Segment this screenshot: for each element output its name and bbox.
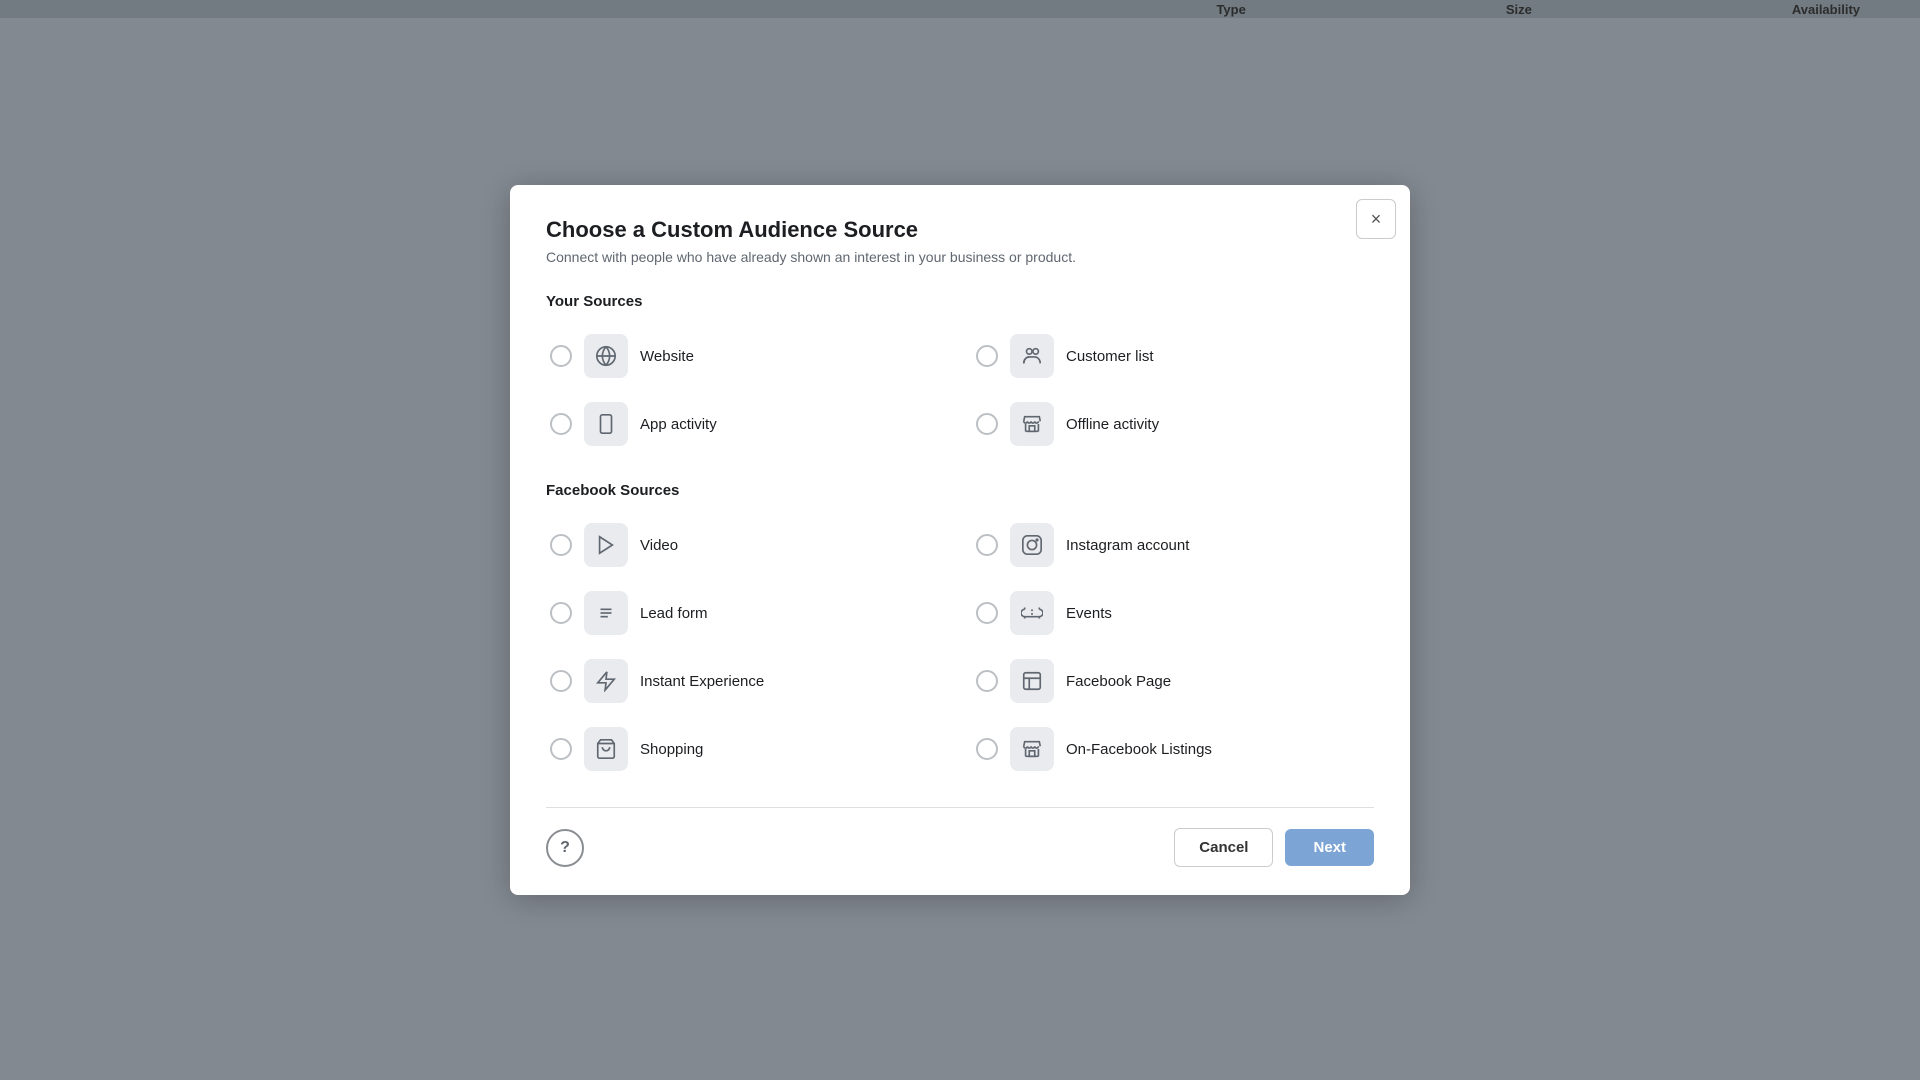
dialog-subtitle: Connect with people who have already sho… bbox=[546, 249, 1374, 265]
option-app-activity[interactable]: App activity bbox=[546, 394, 948, 454]
option-lead-form[interactable]: Lead form bbox=[546, 583, 948, 643]
fb-page-icon bbox=[1010, 659, 1054, 703]
option-offline-activity[interactable]: Offline activity bbox=[972, 394, 1374, 454]
option-customer-list[interactable]: Customer list bbox=[972, 326, 1374, 386]
dialog-title: Choose a Custom Audience Source bbox=[546, 217, 1374, 243]
option-on-facebook-listings[interactable]: On-Facebook Listings bbox=[972, 719, 1374, 779]
website-label: Website bbox=[640, 348, 694, 365]
option-video[interactable]: Video bbox=[546, 515, 948, 575]
instagram-label: Instagram account bbox=[1066, 537, 1189, 554]
bolt-icon bbox=[584, 659, 628, 703]
radio-video[interactable] bbox=[550, 534, 572, 556]
next-button[interactable]: Next bbox=[1285, 829, 1374, 866]
help-button[interactable]: ? bbox=[546, 829, 584, 867]
option-shopping[interactable]: Shopping bbox=[546, 719, 948, 779]
option-instant-experience[interactable]: Instant Experience bbox=[546, 651, 948, 711]
dialog-footer: ? Cancel Next bbox=[546, 807, 1374, 867]
ticket-icon bbox=[1010, 591, 1054, 635]
events-label: Events bbox=[1066, 605, 1112, 622]
modal-overlay: × Choose a Custom Audience Source Connec… bbox=[0, 0, 1920, 1080]
store2-icon bbox=[1010, 727, 1054, 771]
option-facebook-page[interactable]: Facebook Page bbox=[972, 651, 1374, 711]
on-facebook-listings-label: On-Facebook Listings bbox=[1066, 741, 1212, 758]
your-sources-grid: Website Customer list bbox=[546, 326, 1374, 454]
close-icon: × bbox=[1371, 209, 1382, 230]
facebook-page-label: Facebook Page bbox=[1066, 673, 1171, 690]
instant-experience-label: Instant Experience bbox=[640, 673, 764, 690]
radio-instagram[interactable] bbox=[976, 534, 998, 556]
shopping-label: Shopping bbox=[640, 741, 703, 758]
globe-icon bbox=[584, 334, 628, 378]
people-icon bbox=[1010, 334, 1054, 378]
option-instagram[interactable]: Instagram account bbox=[972, 515, 1374, 575]
play-icon bbox=[584, 523, 628, 567]
mobile-icon bbox=[584, 402, 628, 446]
instagram-icon bbox=[1010, 523, 1054, 567]
radio-website[interactable] bbox=[550, 345, 572, 367]
help-icon: ? bbox=[560, 839, 570, 857]
close-button[interactable]: × bbox=[1356, 199, 1396, 239]
radio-customer-list[interactable] bbox=[976, 345, 998, 367]
store-icon bbox=[1010, 402, 1054, 446]
radio-lead-form[interactable] bbox=[550, 602, 572, 624]
cancel-button[interactable]: Cancel bbox=[1174, 828, 1273, 867]
radio-offline-activity[interactable] bbox=[976, 413, 998, 435]
offline-activity-label: Offline activity bbox=[1066, 416, 1159, 433]
lead-form-label: Lead form bbox=[640, 605, 708, 622]
radio-app-activity[interactable] bbox=[550, 413, 572, 435]
radio-on-facebook-listings[interactable] bbox=[976, 738, 998, 760]
radio-shopping[interactable] bbox=[550, 738, 572, 760]
dialog: × Choose a Custom Audience Source Connec… bbox=[510, 185, 1410, 895]
video-label: Video bbox=[640, 537, 678, 554]
option-events[interactable]: Events bbox=[972, 583, 1374, 643]
radio-events[interactable] bbox=[976, 602, 998, 624]
facebook-sources-label: Facebook Sources bbox=[546, 482, 1374, 499]
list-icon bbox=[584, 591, 628, 635]
radio-facebook-page[interactable] bbox=[976, 670, 998, 692]
radio-instant-experience[interactable] bbox=[550, 670, 572, 692]
app-activity-label: App activity bbox=[640, 416, 717, 433]
option-website[interactable]: Website bbox=[546, 326, 948, 386]
customer-list-label: Customer list bbox=[1066, 348, 1154, 365]
facebook-sources-grid: Video Instagram account bbox=[546, 515, 1374, 779]
your-sources-label: Your Sources bbox=[546, 293, 1374, 310]
cart-icon bbox=[584, 727, 628, 771]
footer-actions: Cancel Next bbox=[1174, 828, 1374, 867]
